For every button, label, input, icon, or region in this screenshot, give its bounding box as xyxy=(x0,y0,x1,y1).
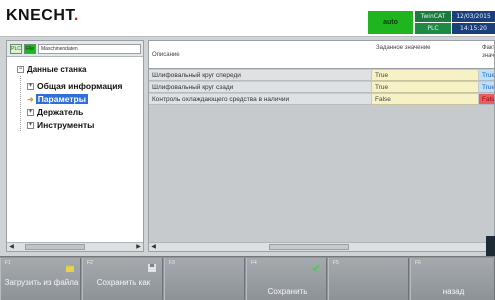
softkey-number: F6 xyxy=(415,260,421,266)
softkey-bar: F1 Загрузить из файла F2 Сохранить как F… xyxy=(0,256,495,300)
plc-button[interactable]: PLC xyxy=(10,44,22,54)
expand-icon[interactable]: + xyxy=(27,109,34,117)
softkey-back[interactable]: F6 назад xyxy=(410,258,495,300)
cell-description: Контроль охлаждающего средства в наличии xyxy=(149,94,371,105)
softkey-label: Загрузить из файла xyxy=(4,278,79,287)
tree-item-tools[interactable]: + Инструменты xyxy=(27,119,94,131)
source-select[interactable]: Maschinendaten xyxy=(38,44,141,54)
scroll-left-icon[interactable]: ◀ xyxy=(7,243,16,251)
knecht-logo: KNECHT. xyxy=(6,7,79,24)
column-header-default[interactable]: Заданное значение xyxy=(373,41,477,69)
cell-default[interactable]: True xyxy=(372,70,478,81)
softkey-label: Сохранить как xyxy=(96,278,151,287)
softkey-save[interactable]: F4 Сохранить xyxy=(246,258,327,300)
table-header: Описание Заданное значение Фактическое з… xyxy=(149,41,494,69)
column-header-actual[interactable]: Фактическое значение xyxy=(479,41,494,69)
nav-toolbar: PLC File Maschinendaten xyxy=(7,41,143,57)
cell-actual: True xyxy=(479,70,494,81)
tree-item-parameters[interactable]: ➜ Параметры xyxy=(27,93,88,105)
softkey-number: F2 xyxy=(87,260,93,266)
collapse-icon[interactable]: − xyxy=(17,66,24,74)
column-header-description[interactable]: Описание xyxy=(149,41,371,69)
checkmark-icon xyxy=(312,264,320,272)
table-horizontal-scrollbar[interactable]: ◀ ▶ xyxy=(149,242,494,251)
twincat-status: TwinCAT xyxy=(415,11,451,22)
softkey-number: F4 xyxy=(251,260,257,266)
expand-icon[interactable]: + xyxy=(27,122,34,130)
header-bar: KNECHT. auto TwinCAT 12/03/2015 PLC 14:1… xyxy=(0,0,495,37)
cell-default[interactable]: False xyxy=(372,94,478,105)
scroll-thumb[interactable] xyxy=(269,244,349,250)
softkey-number: F1 xyxy=(5,260,11,266)
cell-default[interactable]: True xyxy=(372,82,478,93)
save-icon xyxy=(148,264,156,272)
mode-indicator: auto xyxy=(368,11,413,34)
scroll-thumb[interactable] xyxy=(25,244,85,250)
tree-item-general-info[interactable]: + Общая информация xyxy=(27,80,122,92)
softkey-label: назад xyxy=(442,287,465,296)
cell-description: Шлифовальный круг сзади xyxy=(149,82,371,93)
folder-icon xyxy=(66,265,74,272)
parameters-table: Описание Заданное значение Фактическое з… xyxy=(148,40,495,252)
table-row[interactable]: Шлифовальный круг сзади True True xyxy=(149,82,494,93)
cell-actual: True xyxy=(479,82,494,93)
cell-actual: False xyxy=(479,94,494,105)
softkey-number: F3 xyxy=(169,260,175,266)
date-display: 12/03/2015 xyxy=(452,11,495,22)
table-row[interactable]: Контроль охлаждающего средства в наличии… xyxy=(149,94,494,105)
tree-item-holder[interactable]: + Держатель xyxy=(27,106,83,118)
tree-root-machine-data[interactable]: − Данные станка xyxy=(17,65,86,74)
arrow-right-icon: ➜ xyxy=(27,95,34,104)
navigation-panel: PLC File Maschinendaten − Данные станка +… xyxy=(6,40,144,252)
machine-data-tree: − Данные станка + Общая информация ➜ Параме… xyxy=(7,58,143,238)
time-display: 14:15:20 xyxy=(452,23,495,34)
scroll-right-icon[interactable]: ▶ xyxy=(134,243,143,251)
cell-description: Шлифовальный круг спереди xyxy=(149,70,371,81)
scroll-left-icon[interactable]: ◀ xyxy=(149,243,158,251)
nav-horizontal-scrollbar[interactable]: ◀ ▶ xyxy=(7,242,143,251)
file-button[interactable]: File xyxy=(24,44,36,54)
softkey-number: F5 xyxy=(333,260,339,266)
softkey-load-from-file[interactable]: F1 Загрузить из файла xyxy=(0,258,81,300)
tree-connector xyxy=(20,76,21,131)
softkey-empty[interactable]: F5 xyxy=(328,258,409,300)
plc-status: PLC xyxy=(415,23,451,34)
softkey-save-as[interactable]: F2 Сохранить как xyxy=(82,258,163,300)
softkey-label: Сохранить xyxy=(267,287,308,296)
expand-icon[interactable]: + xyxy=(27,83,34,91)
table-row[interactable]: Шлифовальный круг спереди True True xyxy=(149,70,494,81)
softkey-empty[interactable]: F3 xyxy=(164,258,245,300)
